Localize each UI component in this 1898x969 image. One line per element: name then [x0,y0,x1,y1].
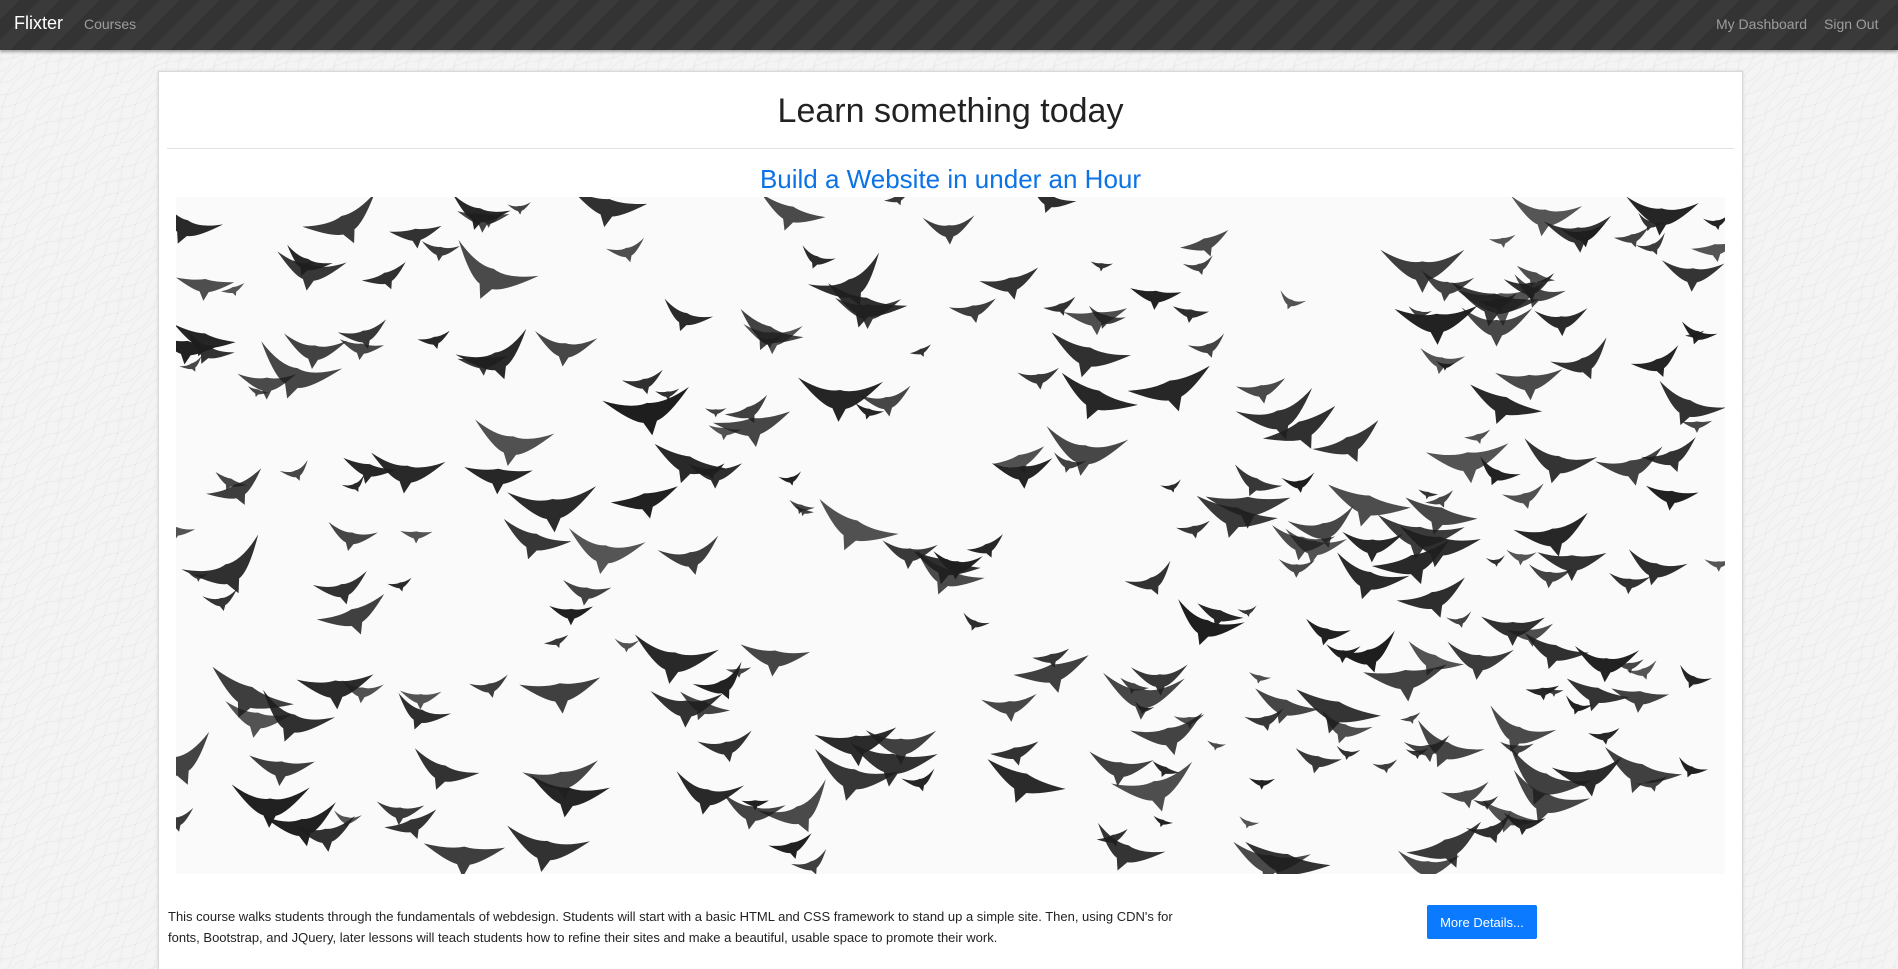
main-content-card: Learn something today Build a Website in… [158,71,1743,969]
course-description: This course walks students through the f… [168,909,1173,945]
nav-courses-link[interactable]: Courses [84,16,136,32]
nav-dashboard-link[interactable]: My Dashboard [1716,16,1807,32]
course-image[interactable] [176,197,1725,874]
more-details-button[interactable]: More Details... [1427,905,1537,939]
title-divider [167,148,1734,149]
birds-flock-photo-icon [176,197,1725,874]
nav-signout-link[interactable]: Sign Out [1824,16,1878,32]
course-title-link[interactable]: Build a Website in under an Hour [159,164,1742,195]
top-navbar: Flixter Courses My Dashboard Sign Out [0,0,1898,50]
page-title: Learn something today [777,92,1124,130]
brand-logo-link[interactable]: Flixter [14,13,63,34]
